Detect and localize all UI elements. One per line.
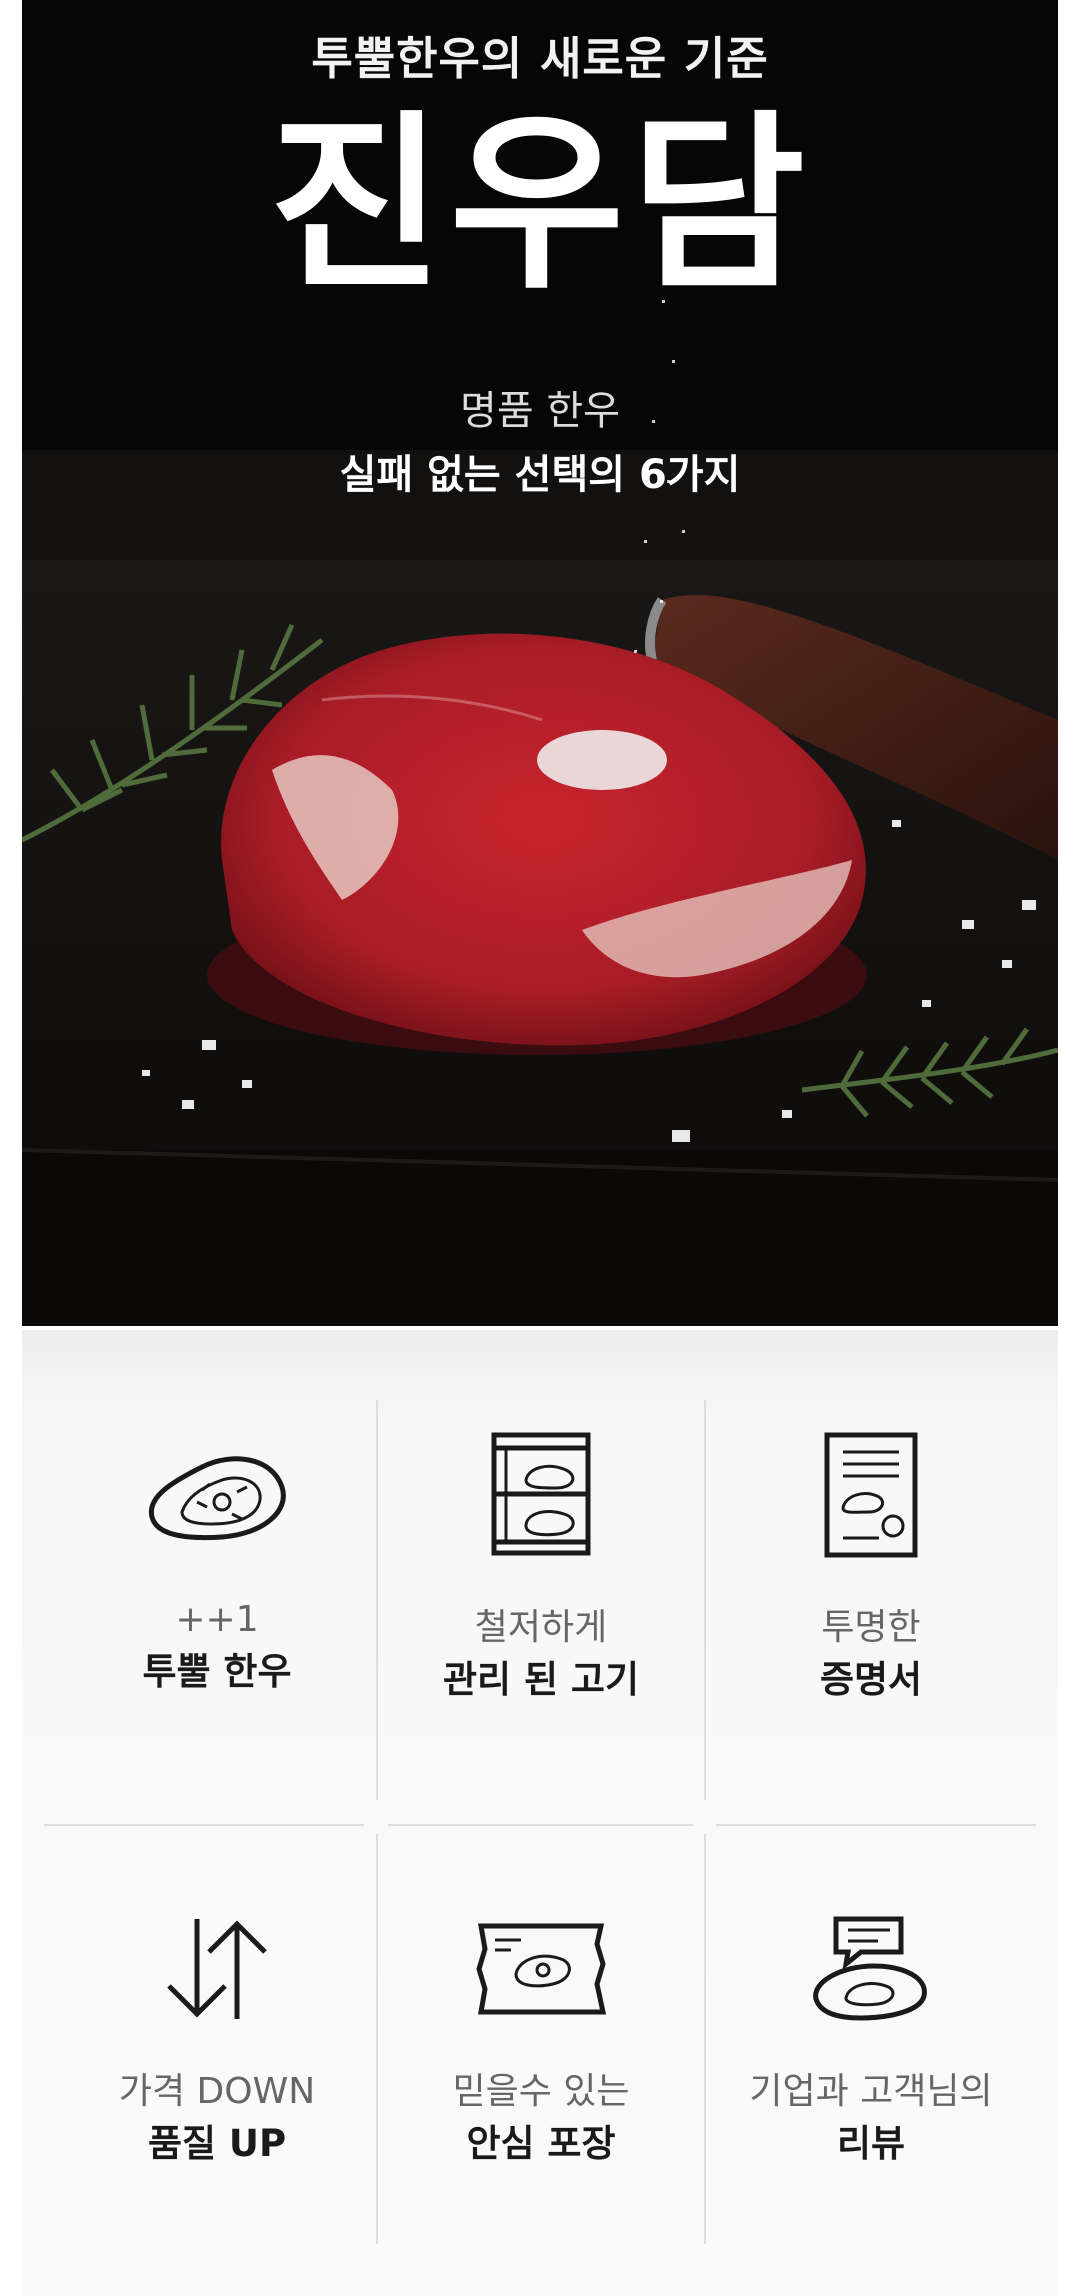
hero-subtitle: 투뿔한우의 새로운 기준	[311, 32, 769, 85]
feature-line2: 관리 된 고기	[443, 1658, 639, 1701]
hero-banner: 투뿔한우의 새로운 기준 진우담 명품 한우 실패 없는 선택의 6가지	[22, 0, 1058, 1326]
package-icon	[476, 1923, 607, 2015]
hero-tagline-bold: 실패 없는 선택의 6가지	[339, 452, 741, 498]
feature-item-premium-hanwoo: ++1 투뿔 한우	[52, 1442, 382, 1698]
feature-item-safe-packaging: 믿을수 있는 안심 포장	[376, 1914, 706, 2170]
feature-line1: ++1	[175, 1599, 259, 1640]
divider	[388, 1824, 693, 1826]
feature-line2: 증명서	[819, 1658, 923, 1701]
hero-tagline: 명품 한우	[460, 388, 620, 434]
feature-grid: ++1 투뿔 한우 철저하게 관리 된 고기 투명한 증명서 가격 DOWN 품…	[22, 1330, 1058, 2296]
page: 투뿔한우의 새로운 기준 진우담 명품 한우 실패 없는 선택의 6가지 ++1…	[0, 0, 1080, 2296]
feature-item-price-quality: 가격 DOWN 품질 UP	[52, 1914, 382, 2170]
feature-line1: 믿을수 있는	[452, 2071, 630, 2112]
review-icon	[813, 1916, 927, 2021]
steak-icon	[148, 1456, 286, 1541]
aging-fridge-icon	[491, 1432, 591, 1556]
feature-item-certificate: 투명한 증명서	[706, 1430, 1036, 1706]
feature-line1: 가격 DOWN	[118, 2071, 316, 2112]
feature-line2: 리뷰	[836, 2122, 906, 2165]
feature-line2: 안심 포장	[466, 2122, 616, 2165]
divider	[44, 1824, 364, 1826]
divider	[716, 1824, 1036, 1826]
feature-line1: 투명한	[821, 1607, 921, 1648]
up-down-arrows-icon	[167, 1919, 267, 2019]
feature-line2: 품질 UP	[147, 2122, 287, 2165]
brand-title: 진우담	[268, 92, 812, 315]
feature-line1: 철저하게	[474, 1607, 608, 1648]
feature-line2: 투뿔 한우	[142, 1650, 292, 1693]
certificate-icon	[824, 1432, 918, 1558]
feature-item-managed-meat: 철저하게 관리 된 고기	[376, 1430, 706, 1706]
feature-item-reviews: 기업과 고객님의 리뷰	[706, 1914, 1036, 2170]
feature-line1: 기업과 고객님의	[749, 2071, 993, 2112]
